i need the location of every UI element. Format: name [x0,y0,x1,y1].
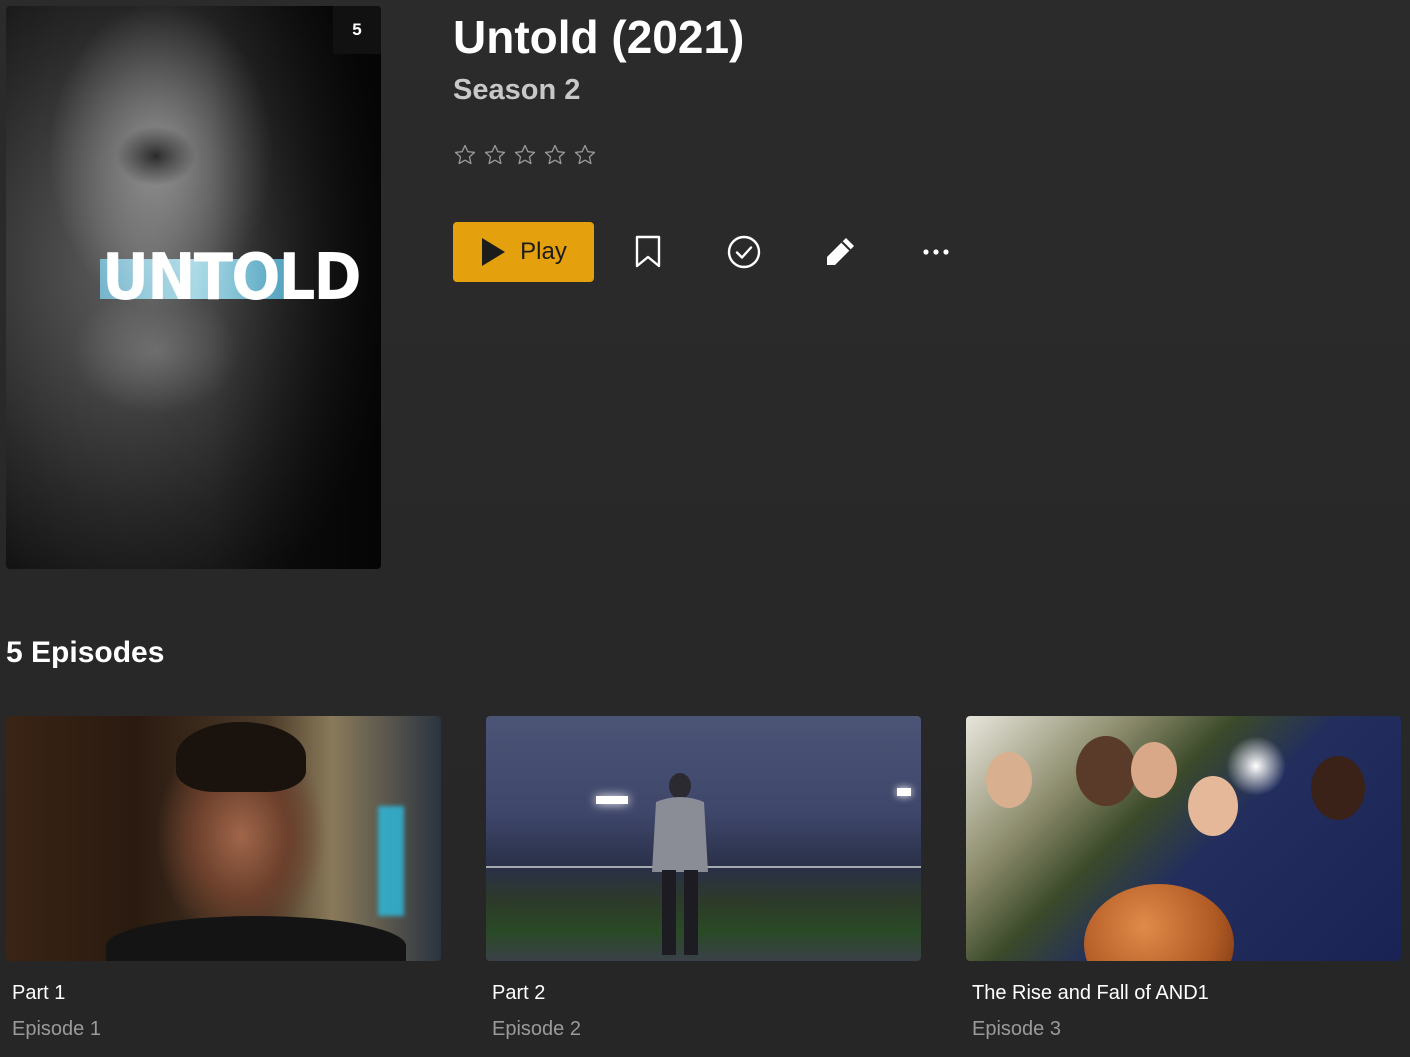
star-icon[interactable] [483,143,507,167]
star-icon[interactable] [453,143,477,167]
thumb-figure [652,773,708,955]
thumb-shape [1226,736,1286,796]
play-button[interactable]: Play [453,222,594,282]
episode-thumbnail[interactable] [486,716,921,961]
episode-card[interactable]: Part 2 Episode 2 [486,716,921,1041]
poster-logo-glitch [100,259,292,299]
thumb-shape [1084,884,1234,961]
bookmark-icon [635,235,661,268]
more-options-button[interactable] [916,232,956,272]
mark-watched-button[interactable] [724,232,764,272]
star-icon[interactable] [513,143,537,167]
episode-thumbnail[interactable] [966,716,1401,961]
thumb-shape [176,722,306,792]
check-circle-icon [727,235,761,269]
play-icon [482,238,506,266]
star-icon[interactable] [543,143,567,167]
show-title[interactable]: Untold (2021) [453,8,744,66]
episode-card[interactable]: Part 1 Episode 1 [6,716,441,1041]
poster-shadow [116,126,196,186]
season-title: Season 2 [453,74,581,106]
episode-thumbnail[interactable] [6,716,441,961]
episode-title[interactable]: Part 1 [6,981,441,1005]
more-icon [923,249,949,255]
season-poster[interactable]: UNTOLD 5 [6,6,381,569]
thumb-shape [1076,736,1136,806]
thumb-shape [1188,776,1238,836]
thumb-shape [596,796,628,804]
unwatched-count-badge: 5 [333,6,381,54]
episode-number: Episode 2 [492,1018,581,1040]
episode-number: Episode 1 [12,1018,101,1040]
play-button-label: Play [520,238,567,265]
episodes-heading: 5 Episodes [6,636,165,669]
episode-number: Episode 3 [972,1018,1061,1040]
thumb-shape [1131,742,1177,798]
episode-card[interactable]: The Rise and Fall of AND1 Episode 3 [966,716,1401,1041]
star-icon[interactable] [573,143,597,167]
season-page: UNTOLD 5 Untold (2021) Season 2 Play [0,0,1410,1057]
thumb-shape [986,752,1032,808]
edit-button[interactable] [820,232,860,272]
thumb-shape [378,806,404,916]
episode-title[interactable]: The Rise and Fall of AND1 [966,981,1401,1005]
pencil-icon [827,238,854,265]
episode-title[interactable]: Part 2 [486,981,921,1005]
thumb-shape [897,788,911,796]
thumb-shape [1311,756,1365,820]
thumb-shape [106,916,406,961]
add-to-watchlist-button[interactable] [628,232,668,272]
star-rating[interactable] [453,143,597,167]
